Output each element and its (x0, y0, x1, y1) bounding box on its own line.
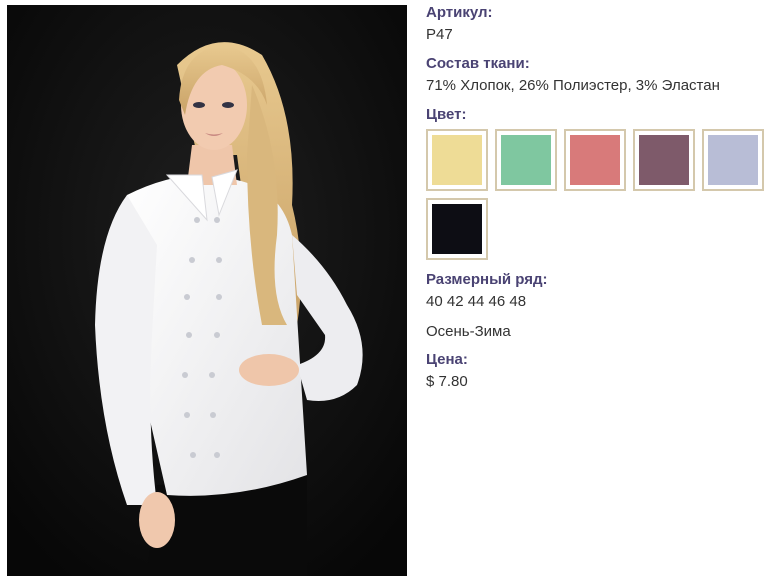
yellow-swatch-fill (432, 135, 482, 185)
color-swatches (426, 129, 771, 260)
sku-label: Артикул: (426, 4, 493, 21)
product-info-panel: Артикул: P47 Состав ткани: 71% Хлопок, 2… (426, 4, 771, 391)
pink-swatch[interactable] (564, 129, 626, 191)
price-section: Цена: $ 7.80 (426, 351, 771, 391)
sizes-label: Размерный ряд: (426, 271, 548, 288)
mauve-swatch[interactable] (633, 129, 695, 191)
black-swatch-fill (432, 204, 482, 254)
season-value: Осень-Зима (426, 323, 511, 340)
model-in-white-shirt-image (7, 5, 407, 576)
mint-swatch-fill (501, 135, 551, 185)
product-photo (7, 5, 407, 576)
mint-swatch[interactable] (495, 129, 557, 191)
color-section: Цвет: (426, 106, 771, 260)
mauve-swatch-fill (639, 135, 689, 185)
price-value: $ 7.80 (426, 373, 468, 390)
color-label: Цвет: (426, 106, 467, 123)
pink-swatch-fill (570, 135, 620, 185)
sizes-value: 40 42 44 46 48 (426, 293, 527, 310)
fabric-section: Состав ткани: 71% Хлопок, 26% Полиэстер,… (426, 55, 771, 95)
lavender-swatch-fill (708, 135, 758, 185)
yellow-swatch[interactable] (426, 129, 488, 191)
sku-value: P47 (426, 26, 453, 43)
lavender-swatch[interactable] (702, 129, 764, 191)
price-label: Цена: (426, 351, 468, 368)
sku-section: Артикул: P47 (426, 4, 771, 44)
fabric-label: Состав ткани: (426, 55, 530, 72)
sizes-section: Размерный ряд: 40 42 44 46 48 (426, 271, 771, 311)
black-swatch[interactable] (426, 198, 488, 260)
fabric-value: 71% Хлопок, 26% Полиэстер, 3% Эластан (426, 77, 720, 94)
